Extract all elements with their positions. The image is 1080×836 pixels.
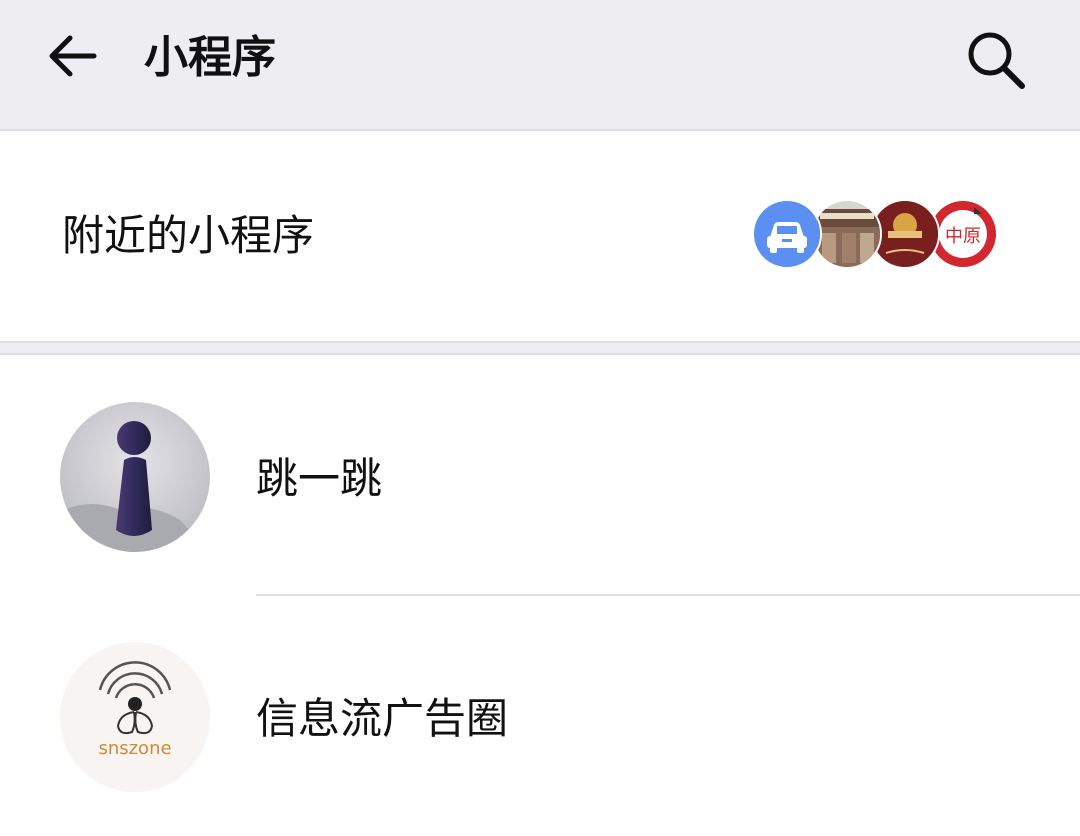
back-arrow-icon	[49, 35, 97, 77]
list-item-label: 跳一跳	[256, 454, 383, 503]
nearby-avatars: 中原	[752, 199, 1002, 269]
search-icon	[968, 32, 1025, 89]
back-button[interactable]	[40, 24, 104, 88]
jump-game-icon	[60, 402, 210, 552]
storefront-photo	[812, 199, 882, 269]
page-title: 小程序	[144, 32, 276, 83]
nearby-label: 附近的小程序	[62, 211, 315, 260]
svg-text:中原: 中原	[945, 226, 981, 247]
top-bar: 小程序	[0, 0, 1080, 131]
svg-text:snszone: snszone	[98, 738, 171, 759]
car-icon	[752, 199, 822, 269]
section-separator	[0, 341, 1080, 355]
list-item-label: 信息流广告圈	[256, 694, 509, 743]
list-item[interactable]: snszone 信息流广告圈	[0, 596, 1080, 836]
list-item[interactable]: 跳一跳	[0, 356, 1080, 596]
nearby-mini-programs-row[interactable]: 附近的小程序 中原	[0, 131, 1080, 341]
search-button[interactable]	[960, 24, 1032, 96]
snszone-logo: snszone	[60, 642, 210, 792]
